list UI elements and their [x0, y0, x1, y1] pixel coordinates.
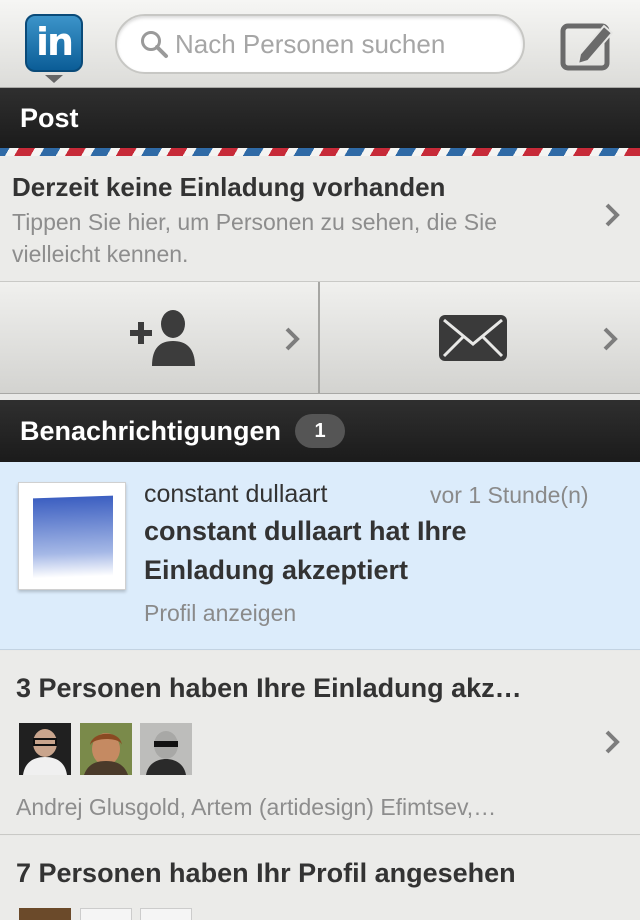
profile-thumbnail[interactable]	[18, 482, 126, 590]
envelope-icon	[439, 315, 507, 361]
notification-title: 3 Personen haben Ihre Einladung akz…	[16, 673, 522, 703]
notification-title: 7 Personen haben Ihr Profil angesehen	[16, 858, 516, 888]
messages-button[interactable]	[320, 282, 640, 394]
menu-caret-icon	[45, 75, 63, 83]
avatar	[140, 723, 192, 775]
notifications-section-header: Benachrichtigungen 1	[0, 400, 640, 462]
inbox-section-header: Post	[0, 88, 640, 148]
notification-time: vor 1 Stunde(n)	[430, 482, 589, 508]
chevron-right-icon	[605, 730, 620, 754]
search-placeholder: Nach Personen suchen	[175, 28, 446, 59]
add-person-icon	[130, 310, 195, 366]
no-invitations-row[interactable]: Derzeit keine Einladung vorhanden Tippen…	[0, 156, 640, 282]
view-profile-link[interactable]: Profil anzeigen	[144, 600, 296, 627]
no-invitations-title: Derzeit keine Einladung vorhanden	[12, 172, 446, 202]
chevron-right-icon	[285, 327, 300, 351]
notification-item[interactable]: constant dullaart vor 1 Stunde(n) consta…	[0, 462, 640, 650]
notifications-count-badge: 1	[295, 414, 346, 448]
compose-icon[interactable]	[560, 18, 616, 72]
top-bar: in Nach Personen suchen	[0, 0, 640, 88]
notification-sender: constant dullaart	[144, 480, 328, 508]
linkedin-logo-button[interactable]: in	[25, 14, 83, 72]
search-input[interactable]: Nach Personen suchen	[115, 14, 525, 74]
notification-message-line2: Einladung akzeptiert	[144, 555, 409, 585]
avatar	[19, 723, 71, 775]
notifications-title: Benachrichtigungen	[20, 415, 282, 446]
inbox-title: Post	[20, 102, 79, 133]
airmail-border	[0, 148, 640, 156]
search-icon	[141, 31, 168, 58]
notification-item[interactable]: 7 Personen haben Ihr Profil angesehen	[0, 836, 640, 920]
chevron-right-icon	[605, 203, 620, 227]
avatar	[80, 723, 132, 775]
avatar	[140, 908, 192, 920]
chevron-right-icon	[603, 327, 618, 351]
notification-item[interactable]: 3 Personen haben Ihre Einladung akz… And…	[0, 651, 640, 835]
add-connection-button[interactable]	[0, 282, 318, 394]
notification-message-line1: constant dullaart hat Ihre	[144, 516, 467, 546]
no-invitations-subtitle-line1: Tippen Sie hier, um Personen zu sehen, d…	[12, 209, 497, 235]
avatar	[80, 908, 132, 920]
no-invitations-subtitle-line2: vielleicht kennen.	[12, 241, 189, 267]
profile-picture	[33, 495, 113, 579]
avatar	[19, 908, 71, 920]
notification-names: Andrej Glusgold, Artem (artidesign) Efim…	[16, 794, 497, 820]
